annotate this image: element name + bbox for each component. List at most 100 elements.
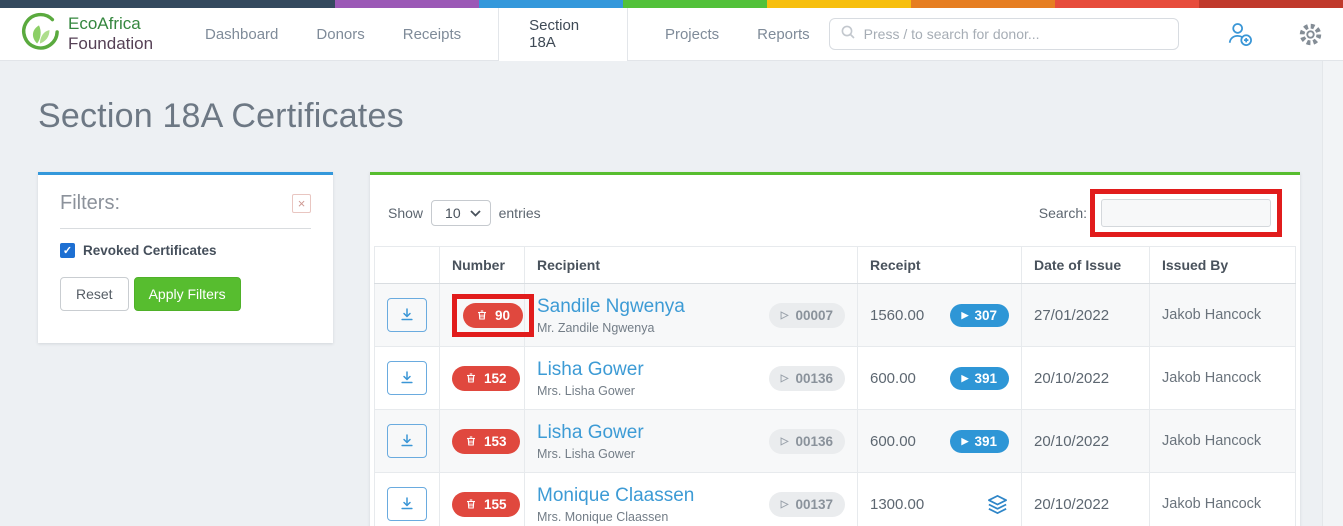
stripe-segment [911, 0, 1055, 8]
trash-icon [478, 310, 486, 320]
date-of-issue: 20/10/2022 [1034, 369, 1110, 387]
donor-search-box[interactable] [828, 18, 1179, 50]
column-header-recipient: Recipient [524, 246, 858, 284]
recipient-subtitle: Mrs. Lisha Gower [537, 446, 635, 461]
certificate-number: 90 [495, 307, 511, 323]
receipt-amount: 1560.00 [870, 306, 925, 324]
download-certificate-button[interactable] [387, 298, 427, 332]
stripe-segment [1055, 0, 1199, 8]
table-search-input[interactable] [1101, 199, 1271, 227]
logo-line2: Foundation [68, 34, 154, 53]
revoked-number-badge-wrapper: 155 [452, 491, 520, 517]
certificate-ref-number: 00137 [795, 496, 833, 512]
nav-item-projects[interactable]: Projects [646, 8, 738, 60]
logo-line1: EcoAfrica [68, 13, 141, 33]
date-of-issue: 27/01/2022 [1034, 306, 1110, 324]
play-filled-icon: ▶ [961, 309, 969, 320]
search-icon [840, 24, 856, 45]
revoked-certificate-badge[interactable]: 90 [463, 302, 524, 328]
receipt-ref-badge[interactable]: ▶ 391 [949, 429, 1009, 453]
revoked-certificates-checkbox[interactable]: ✓ [60, 243, 75, 258]
issued-by: Jakob Hancock [1162, 496, 1262, 512]
download-certificate-button[interactable] [387, 361, 427, 395]
table-row: 152 Lisha Gower Mrs. Lisha Gower ▷ 00136… [374, 346, 1296, 410]
add-donor-button[interactable] [1226, 20, 1254, 48]
apply-filters-button[interactable]: Apply Filters [133, 277, 241, 311]
page-size-select[interactable]: 10 [431, 200, 491, 226]
nav-item-dashboard[interactable]: Dashboard [186, 8, 297, 60]
nav-item-reports[interactable]: Reports [738, 8, 829, 60]
filters-divider [60, 228, 311, 229]
play-outline-icon: ▷ [780, 309, 789, 321]
recipient-link[interactable]: Lisha Gower [537, 422, 644, 443]
trash-icon [467, 436, 475, 446]
play-filled-icon: ▶ [961, 372, 969, 383]
stripe-segment [0, 0, 335, 8]
play-outline-icon: ▷ [780, 435, 789, 447]
download-icon [401, 371, 413, 384]
download-certificate-button[interactable] [387, 424, 427, 458]
recipient-subtitle: Mrs. Lisha Gower [537, 383, 635, 398]
certificate-ref-badge[interactable]: ▷ 00137 [768, 491, 845, 517]
page-scrollbar[interactable] [1322, 61, 1343, 526]
recipient-link[interactable]: Monique Claassen [537, 485, 694, 506]
play-filled-icon: ▶ [961, 435, 969, 446]
main-nav: Dashboard Donors Receipts Section 18A Projec… [186, 8, 829, 61]
stripe-segment [479, 0, 623, 8]
receipt-ref-number: 391 [974, 370, 997, 386]
receipt-ref-number: 391 [974, 433, 997, 449]
receipt-amount: 600.00 [870, 432, 916, 450]
revoked-certificate-badge[interactable]: 153 [452, 428, 520, 454]
certificate-number: 153 [484, 433, 507, 449]
nav-item-receipts[interactable]: Receipts [384, 8, 480, 60]
show-label: Show [388, 205, 424, 221]
annotation-box-search [1090, 189, 1282, 237]
receipt-stack-icon[interactable] [986, 493, 1009, 516]
certificate-ref-number: 00136 [795, 433, 833, 449]
download-icon [401, 497, 413, 510]
close-icon[interactable]: × [292, 194, 311, 213]
column-header-actions [374, 246, 440, 284]
stripe-segment [1199, 0, 1343, 8]
certificates-table-body: 90 Sandile Ngwenya Mr. Zandile Ngwenya ▷… [374, 283, 1296, 526]
stripe-segment [767, 0, 911, 8]
revoked-certificate-badge[interactable]: 155 [452, 491, 520, 517]
table-row: 155 Monique Claassen Mrs. Monique Claass… [374, 472, 1296, 526]
download-icon [401, 308, 413, 321]
recipient-link[interactable]: Sandile Ngwenya [537, 296, 685, 317]
app-page: EcoAfrica Foundation Dashboard Donors Rece… [0, 0, 1343, 526]
nav-item-donors[interactable]: Donors [297, 8, 383, 60]
play-outline-icon: ▷ [780, 372, 789, 384]
revoked-certificate-badge[interactable]: 152 [452, 365, 520, 391]
column-header-issued-by: Issued By [1149, 246, 1296, 284]
revoked-number-badge-wrapper: 90 [452, 293, 535, 337]
nav-item-section-18a[interactable]: Section 18A [498, 8, 628, 61]
issued-by: Jakob Hancock [1162, 433, 1262, 449]
brand-color-stripe [0, 0, 1343, 8]
page-size-value: 10 [445, 205, 461, 221]
certificate-ref-number: 00136 [795, 370, 833, 386]
certificate-ref-badge[interactable]: ▷ 00136 [768, 365, 845, 391]
stripe-segment [335, 0, 479, 8]
download-certificate-button[interactable] [387, 487, 427, 521]
date-of-issue: 20/10/2022 [1034, 495, 1110, 513]
revoked-certificates-label: Revoked Certificates [83, 243, 217, 258]
logo[interactable]: EcoAfrica Foundation [18, 11, 186, 58]
donor-search-input[interactable] [863, 26, 1168, 42]
settings-gear-icon[interactable] [1298, 22, 1323, 47]
reset-button[interactable]: Reset [60, 277, 129, 311]
receipt-amount: 600.00 [870, 369, 916, 387]
table-row: 90 Sandile Ngwenya Mr. Zandile Ngwenya ▷… [374, 283, 1296, 347]
receipt-ref-badge[interactable]: ▶ 307 [949, 303, 1009, 327]
receipt-ref-badge[interactable]: ▶ 391 [949, 366, 1009, 390]
play-outline-icon: ▷ [780, 498, 789, 510]
certificate-ref-badge[interactable]: ▷ 00136 [768, 428, 845, 454]
recipient-link[interactable]: Lisha Gower [537, 359, 644, 380]
certificate-ref-badge[interactable]: ▷ 00007 [768, 302, 845, 328]
certificates-table: Number Recipient Receipt Date of Issue Issue… [374, 246, 1296, 526]
chevron-down-icon [469, 209, 481, 217]
stripe-segment [623, 0, 767, 8]
table-search-label: Search: [1038, 205, 1087, 221]
date-of-issue: 20/10/2022 [1034, 432, 1110, 450]
issued-by: Jakob Hancock [1162, 307, 1262, 323]
